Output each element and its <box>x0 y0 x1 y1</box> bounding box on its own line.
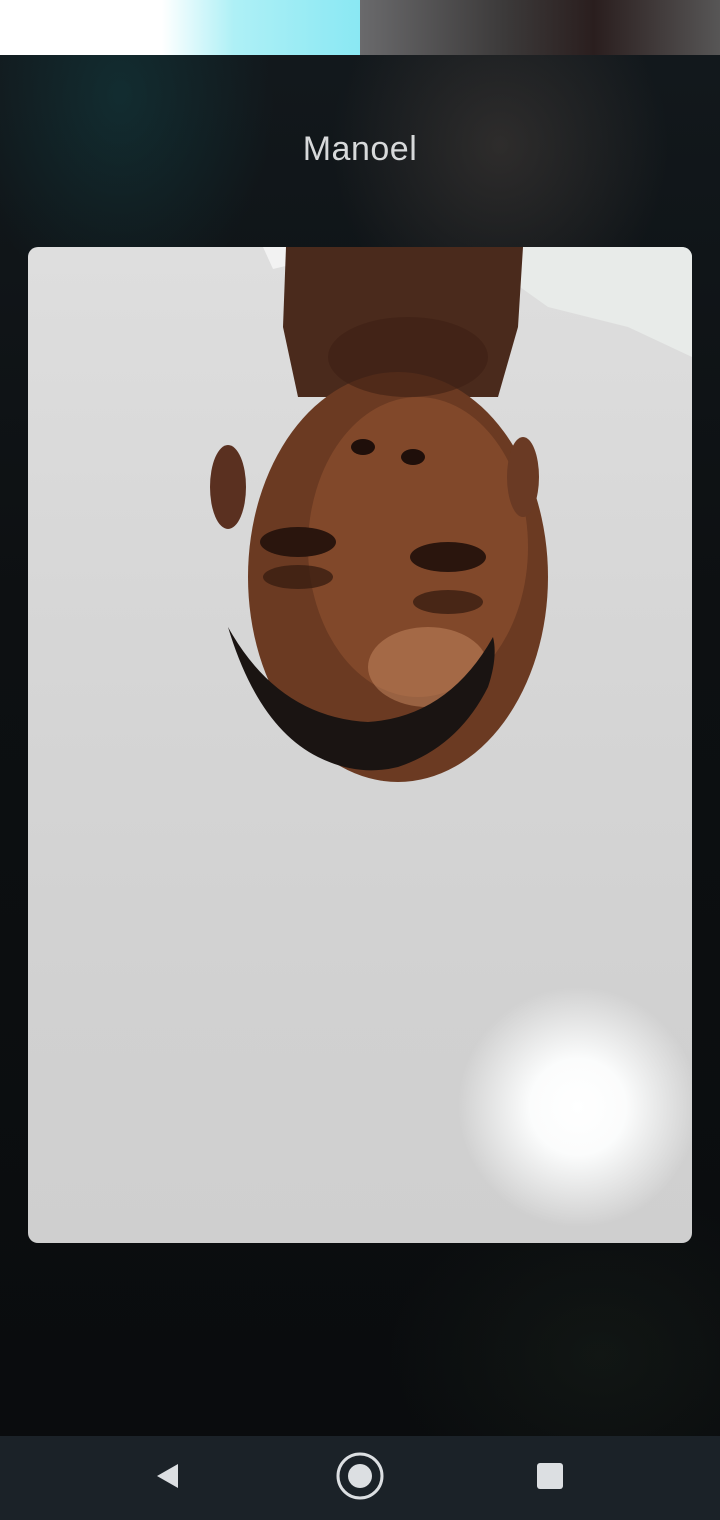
triangle-back-icon <box>152 1461 182 1496</box>
top-preview-strip <box>0 0 720 55</box>
back-button[interactable] <box>107 1436 227 1520</box>
home-button[interactable] <box>300 1436 420 1520</box>
remote-video-feed[interactable] <box>28 247 692 1243</box>
recents-button[interactable] <box>490 1436 610 1520</box>
circle-home-icon <box>335 1451 385 1506</box>
system-navigation-bar <box>0 1436 720 1520</box>
caller-name: Manoel <box>302 130 418 168</box>
top-strip-left <box>0 0 360 55</box>
video-frame-image <box>210 247 692 782</box>
square-recents-icon <box>536 1462 564 1495</box>
top-strip-right <box>360 0 720 55</box>
